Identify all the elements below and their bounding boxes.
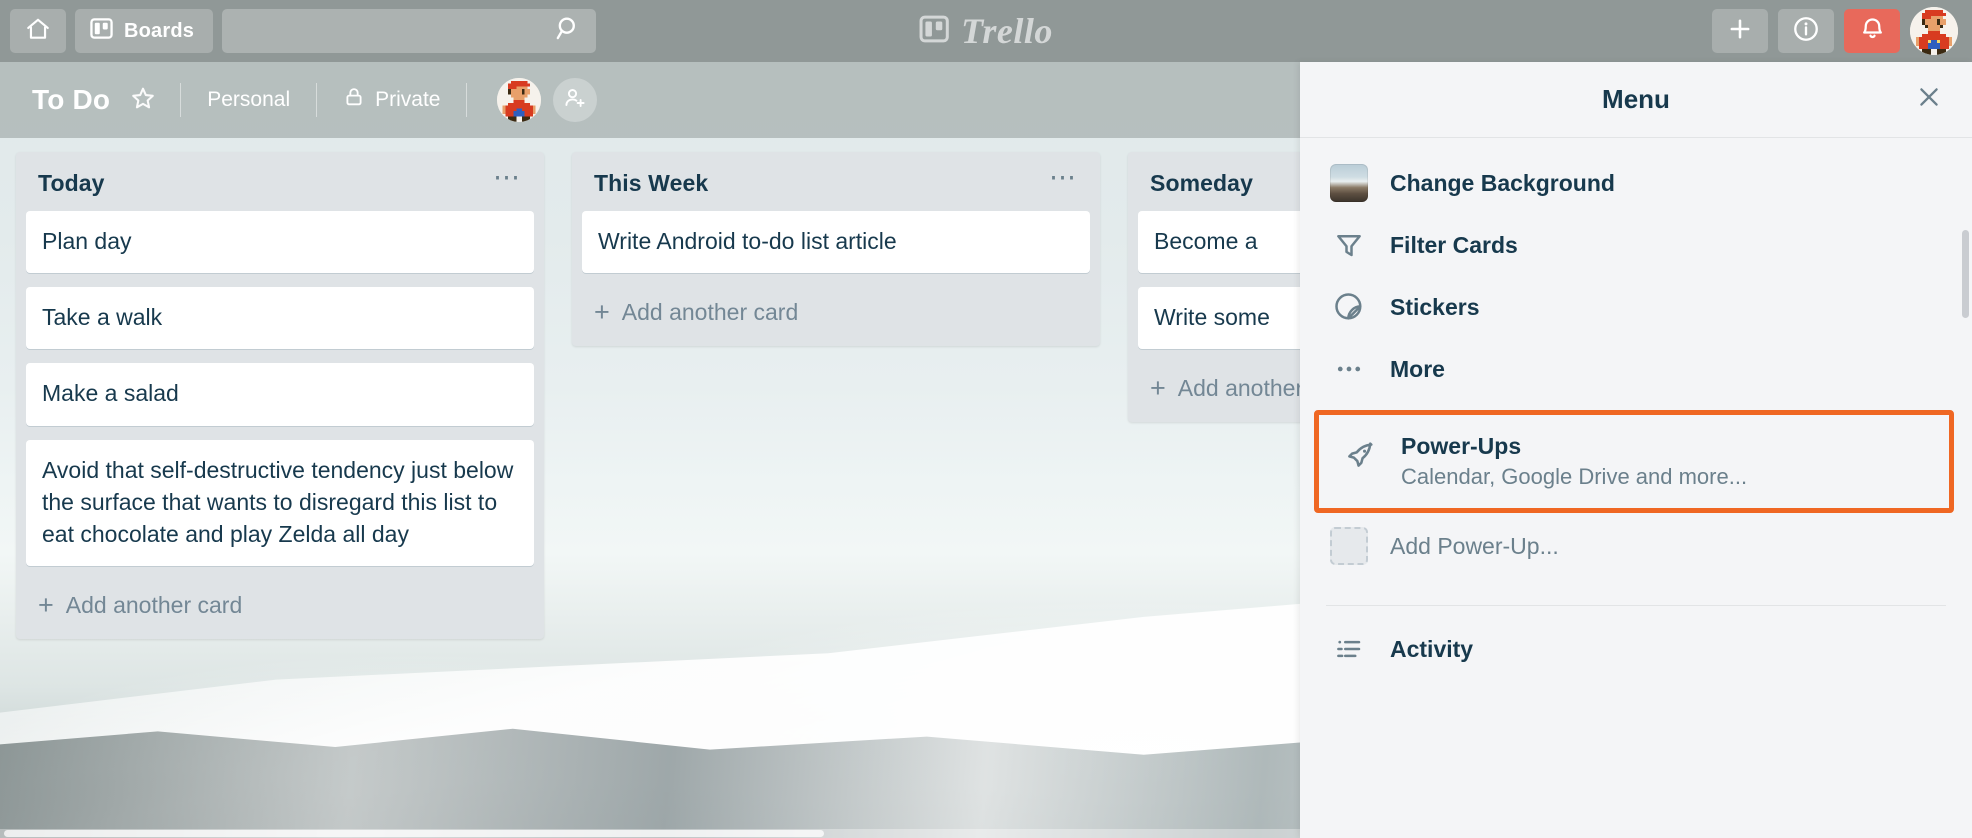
boards-button-label: Boards — [124, 19, 195, 42]
rocket-icon — [1341, 437, 1379, 475]
trello-logo: Trello — [919, 10, 1053, 52]
sticker-icon — [1330, 288, 1368, 326]
info-icon — [1792, 15, 1820, 48]
search-input[interactable] — [236, 20, 556, 42]
scrollbar-thumb[interactable] — [4, 830, 824, 837]
header-divider-1 — [180, 83, 182, 117]
list-today: Today ⋯ Plan day Take a walk Make a sala… — [16, 152, 544, 640]
card[interactable]: Take a walk — [26, 287, 534, 350]
boards-icon — [90, 17, 113, 45]
list-menu-icon[interactable]: ⋯ — [1043, 164, 1084, 191]
header-divider-3 — [466, 83, 468, 117]
list-cards: Plan day Take a walk Make a salad Avoid … — [16, 211, 544, 567]
menu-item-stickers[interactable]: Stickers — [1300, 276, 1972, 338]
menu-body: Change Background Filter Cards Stickers … — [1300, 138, 1972, 838]
list-title[interactable]: This Week — [594, 170, 708, 197]
menu-item-change-background[interactable]: Change Background — [1300, 152, 1972, 214]
powerups-highlight-box: Power-Ups Calendar, Google Drive and mor… — [1314, 410, 1954, 513]
plus-icon: + — [1150, 373, 1166, 404]
card[interactable]: Avoid that self-destructive tendency jus… — [26, 439, 534, 567]
add-another-card-label: Add another card — [621, 299, 799, 326]
list-title[interactable]: Someday — [1150, 170, 1253, 197]
add-another-card-label: Add another card — [65, 592, 243, 619]
menu-header: Menu — [1300, 62, 1972, 138]
add-powerup-placeholder-icon — [1330, 527, 1368, 565]
add-powerup-label: Add Power-Up... — [1390, 532, 1559, 559]
background-thumbnail-icon — [1330, 164, 1368, 202]
card[interactable]: Write Android to-do list article — [582, 211, 1090, 274]
add-member-icon — [563, 86, 587, 115]
lock-icon — [343, 86, 365, 114]
board-visibility-button[interactable]: Private — [331, 78, 452, 122]
filter-icon — [1330, 226, 1368, 264]
card[interactable]: Make a salad — [26, 363, 534, 426]
menu-item-label: Stickers — [1390, 293, 1480, 320]
board-title[interactable]: To Do — [22, 78, 120, 122]
menu-item-label: More — [1390, 355, 1445, 382]
list-cards: Write Android to-do list article — [572, 211, 1100, 274]
add-another-card-button[interactable]: + Add another card — [16, 580, 544, 635]
powerups-text-block: Power-Ups Calendar, Google Drive and mor… — [1401, 433, 1747, 490]
plus-icon: + — [594, 297, 610, 328]
more-icon — [1330, 350, 1368, 388]
list-header: Today ⋯ — [16, 152, 544, 211]
list-title[interactable]: Today — [38, 170, 105, 197]
mario-sprite-icon — [497, 78, 542, 122]
bell-icon — [1859, 15, 1886, 47]
home-button[interactable] — [10, 9, 66, 53]
star-board-button[interactable] — [120, 77, 166, 124]
home-icon — [25, 16, 51, 47]
trello-app: Boards Trello To Do Personal Private Tod… — [0, 0, 1972, 838]
add-powerup-button[interactable]: Add Power-Up... — [1300, 513, 1972, 579]
add-button[interactable] — [1712, 9, 1768, 53]
close-icon — [1915, 83, 1943, 116]
menu-scrollbar[interactable] — [1962, 230, 1969, 318]
top-bar-actions — [1712, 7, 1962, 55]
info-button[interactable] — [1778, 9, 1834, 53]
notifications-button[interactable] — [1844, 9, 1900, 53]
plus-icon — [1726, 15, 1754, 48]
menu-item-powerups[interactable]: Power-Ups Calendar, Google Drive and mor… — [1319, 415, 1949, 508]
menu-title: Menu — [1602, 84, 1670, 114]
star-icon — [130, 85, 156, 116]
board-member-avatar[interactable] — [497, 78, 542, 122]
mario-sprite-icon — [1910, 7, 1958, 55]
close-menu-button[interactable] — [1912, 83, 1946, 117]
menu-item-label: Activity — [1390, 635, 1474, 662]
board-horizontal-scrollbar[interactable] — [0, 829, 1300, 838]
boards-button[interactable]: Boards — [75, 9, 214, 53]
list-menu-icon[interactable]: ⋯ — [487, 164, 528, 191]
search-icon[interactable] — [555, 15, 582, 47]
menu-item-label: Change Background — [1390, 169, 1615, 196]
powerups-label: Power-Ups — [1401, 433, 1522, 459]
top-navigation-bar: Boards Trello — [0, 0, 1972, 62]
menu-item-more[interactable]: More — [1300, 338, 1972, 400]
list-header: This Week ⋯ — [572, 152, 1100, 211]
card[interactable]: Plan day — [26, 211, 534, 274]
board-visibility-label: Private — [375, 88, 441, 111]
add-member-button[interactable] — [553, 78, 598, 122]
board-team-name[interactable]: Personal — [195, 80, 302, 120]
board-menu-sidebar: Menu Change Background Filter Cards Stic… — [1300, 62, 1972, 838]
trello-logo-icon — [919, 14, 949, 49]
powerups-subtitle: Calendar, Google Drive and more... — [1401, 464, 1748, 489]
search-box[interactable] — [222, 9, 597, 53]
menu-item-label: Filter Cards — [1390, 231, 1518, 258]
trello-logo-text: Trello — [961, 11, 1053, 51]
menu-item-filter-cards[interactable]: Filter Cards — [1300, 214, 1972, 276]
header-divider-2 — [316, 83, 318, 117]
plus-icon: + — [38, 590, 54, 621]
menu-item-activity[interactable]: Activity — [1300, 606, 1972, 680]
list-this-week: This Week ⋯ Write Android to-do list art… — [572, 152, 1100, 347]
add-another-card-button[interactable]: + Add another card — [572, 287, 1100, 342]
user-avatar[interactable] — [1910, 7, 1958, 55]
activity-list-icon — [1330, 630, 1368, 668]
